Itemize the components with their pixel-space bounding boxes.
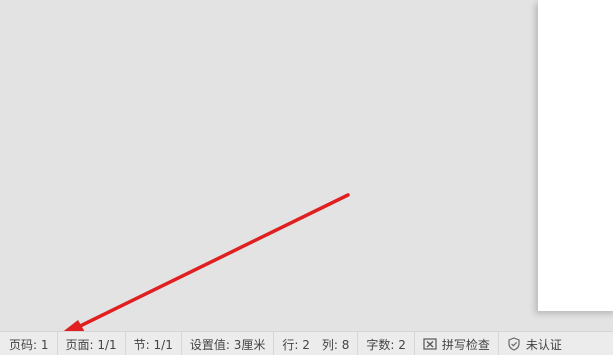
unverified-status[interactable]: 未认证	[499, 332, 570, 355]
document-workspace[interactable]	[0, 0, 613, 330]
cursor-position-indicator[interactable]: 行: 2 列: 8	[274, 332, 359, 355]
setting-value-indicator[interactable]: 设置值: 3厘米	[182, 332, 275, 355]
shield-icon	[507, 337, 521, 351]
unverified-label: 未认证	[525, 337, 562, 352]
status-bar: 页码: 1 页面: 1/1 节: 1/1 设置值: 3厘米 行: 2 列: 8 …	[0, 331, 613, 355]
page-code-label: 页码: 1	[9, 337, 49, 352]
document-page[interactable]	[538, 0, 613, 311]
section-indicator[interactable]: 节: 1/1	[126, 332, 182, 355]
document-window: 页码: 1 页面: 1/1 节: 1/1 设置值: 3厘米 行: 2 列: 8 …	[0, 0, 613, 355]
page-indicator[interactable]: 页面: 1/1	[58, 332, 126, 355]
spell-check-button[interactable]: 拼写检查	[415, 332, 499, 355]
section-label: 节: 1/1	[133, 337, 173, 352]
setting-value-label: 设置值: 3厘米	[189, 337, 266, 352]
spell-check-icon	[423, 337, 437, 351]
column-label: 列: 8	[321, 337, 350, 352]
page-label: 页面: 1/1	[65, 337, 117, 352]
page-code-indicator[interactable]: 页码: 1	[0, 332, 58, 355]
word-count-label: 字数: 2	[366, 337, 406, 352]
spell-check-label: 拼写检查	[441, 337, 490, 352]
word-count-indicator[interactable]: 字数: 2	[358, 332, 415, 355]
row-label: 行: 2	[282, 337, 310, 352]
